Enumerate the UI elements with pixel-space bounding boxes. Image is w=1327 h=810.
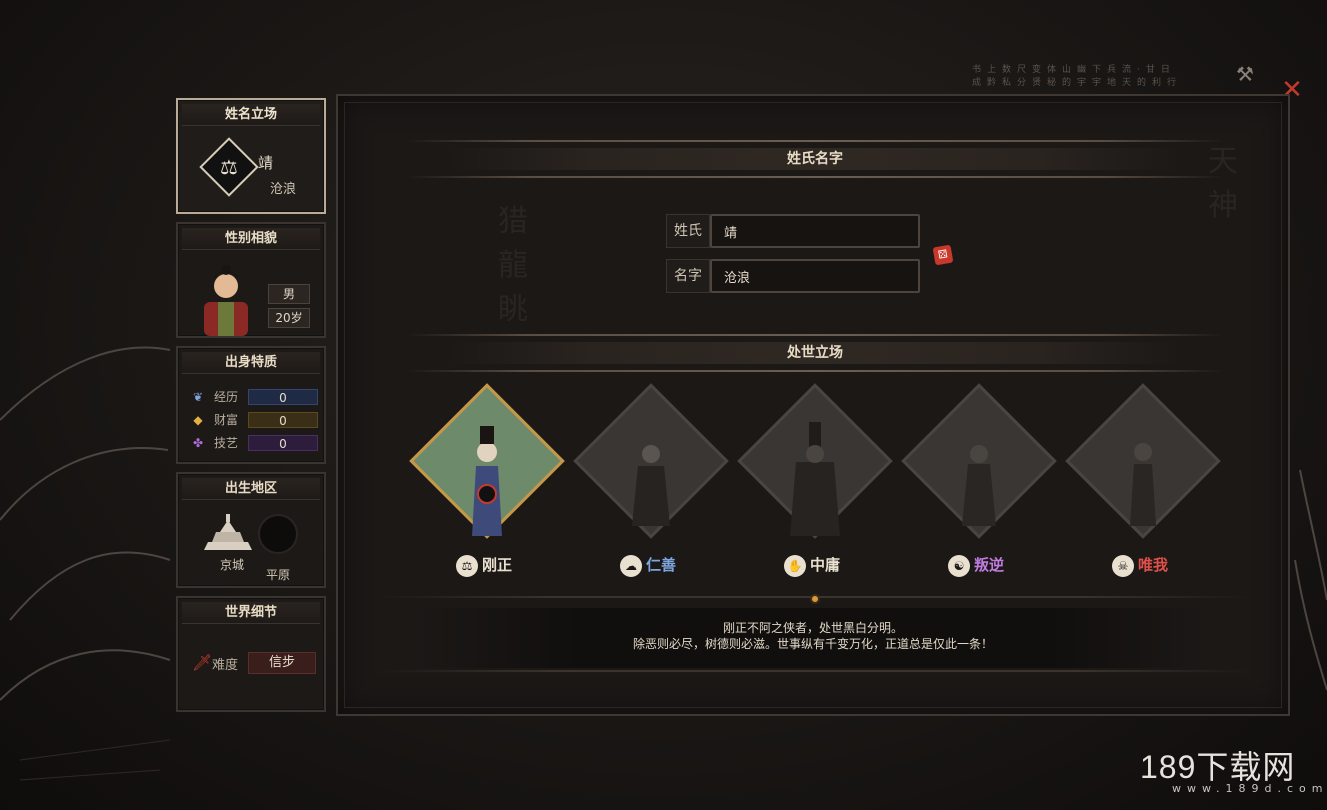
terrain-label: 平原 bbox=[264, 566, 293, 583]
sidebar-item-gender-appearance[interactable]: 性别相貌 男 20岁 bbox=[176, 222, 326, 338]
divider bbox=[378, 670, 1252, 672]
stance-label: ⚖ 刚正 bbox=[414, 554, 554, 577]
stat-value: 0 bbox=[248, 435, 318, 451]
sidebar-item-origin-traits[interactable]: 出身特质 ❦ 经历 0 ◆ 财富 0 ✤ 技艺 0 bbox=[176, 346, 326, 464]
rebellious-figure bbox=[962, 445, 996, 526]
upright-stance-icon: ⚖ bbox=[220, 155, 238, 179]
stance-label: ☁ 仁善 bbox=[578, 554, 718, 577]
section-title: 处世立场 bbox=[787, 345, 843, 361]
hammer-icon: ⚒ bbox=[1236, 62, 1254, 86]
background-calligraphy: 猎龍眺 bbox=[498, 204, 528, 327]
stance-description-line2: 除恶则必尽，树德则必滋。世事纵有千变万化，正道总是仅此一条！ bbox=[632, 637, 993, 651]
petal-icon: ✤ bbox=[192, 436, 204, 450]
page-indicator-dot bbox=[810, 594, 820, 604]
upright-hero-figure bbox=[472, 426, 502, 536]
stance-option-rebellious[interactable]: ☯ 叛逆 bbox=[901, 383, 1057, 578]
moderate-figure bbox=[790, 422, 840, 536]
stance-option-upright[interactable]: ⚖ 刚正 bbox=[409, 383, 565, 578]
difficulty-label: 难度 bbox=[212, 658, 239, 673]
dice-icon: ⚄ bbox=[937, 247, 949, 262]
section-title: 姓氏名字 bbox=[787, 151, 843, 167]
given-name: 靖 bbox=[258, 154, 274, 172]
upright-icon: ⚖ bbox=[455, 554, 478, 577]
section-header-name: 姓氏名字 bbox=[406, 140, 1224, 178]
poem-text-decoration: 书上数尺变体山幽下兵流·甘日 成黔私分贤秘的宇宇地天的利行 bbox=[972, 65, 1183, 88]
stance-label: ☠ 唯我 bbox=[1070, 554, 1210, 577]
feather-icon: ❦ bbox=[192, 390, 204, 404]
egoist-icon: ☠ bbox=[1111, 554, 1134, 577]
given-name-label: 名字 bbox=[666, 259, 710, 293]
moderate-icon: ✋ bbox=[783, 554, 806, 577]
avatar bbox=[204, 265, 248, 336]
stat-label: 技艺 bbox=[214, 436, 239, 450]
capital-city-icon bbox=[204, 514, 252, 550]
gold-icon: ◆ bbox=[193, 413, 203, 427]
stat-value: 0 bbox=[248, 412, 318, 428]
card-title: 出身特质 bbox=[182, 352, 320, 374]
stat-experience: ❦ 经历 0 bbox=[186, 388, 318, 406]
stance-label: ☯ 叛逆 bbox=[906, 554, 1046, 577]
rebellious-icon: ☯ bbox=[947, 554, 970, 577]
stat-craft: ✤ 技艺 0 bbox=[186, 434, 318, 452]
city-label: 京城 bbox=[220, 558, 245, 572]
difficulty-value: 信步 bbox=[248, 652, 316, 674]
stance-option-benevolent[interactable]: ☁ 仁善 bbox=[573, 383, 729, 578]
watermark-url: www.189d.com bbox=[1172, 782, 1327, 795]
age-value: 20岁 bbox=[268, 308, 310, 328]
courtesy-name: 沧浪 bbox=[270, 182, 297, 197]
stance-description-line1: 刚正不阿之侠者，处世黑白分明。 bbox=[722, 621, 903, 635]
plain-terrain-icon bbox=[258, 514, 298, 554]
sword-icon: 🗡 bbox=[192, 653, 213, 672]
surname-input[interactable] bbox=[710, 214, 920, 248]
sidebar-item-world-details[interactable]: 世界细节 🗡 难度 信步 bbox=[176, 596, 326, 712]
given-name-input[interactable] bbox=[710, 259, 920, 293]
stat-value: 0 bbox=[248, 389, 318, 405]
section-header-stance: 处世立场 bbox=[406, 334, 1224, 372]
surname-label: 姓氏 bbox=[666, 214, 710, 248]
main-panel: 猎龍眺 天神 姓氏名字 姓氏 ⚄ 名字 处世立场 ⚖刚正 ☁仁善 bbox=[336, 94, 1290, 716]
sidebar-item-name-stance[interactable]: 姓名立场 ⚖ 靖 沧浪 bbox=[176, 98, 326, 214]
random-dice-button[interactable]: ⚄ bbox=[932, 244, 954, 266]
card-title: 性别相貌 bbox=[182, 228, 320, 250]
stat-wealth: ◆ 财富 0 bbox=[186, 411, 318, 429]
stance-label: ✋ 中庸 bbox=[742, 554, 882, 577]
card-title: 出生地区 bbox=[182, 478, 320, 500]
egoist-figure bbox=[1130, 443, 1156, 526]
sidebar-item-birth-region[interactable]: 出生地区 京城 平原 bbox=[176, 472, 326, 588]
stat-label: 经历 bbox=[214, 390, 239, 404]
stat-label: 财富 bbox=[214, 413, 239, 427]
stance-option-moderate[interactable]: ✋ 中庸 bbox=[737, 383, 893, 578]
stance-option-egoist[interactable]: ☠ 唯我 bbox=[1065, 383, 1221, 578]
benevolent-figure bbox=[632, 445, 670, 526]
benevolent-icon: ☁ bbox=[619, 554, 642, 577]
gender-value: 男 bbox=[268, 284, 310, 304]
card-title: 世界细节 bbox=[182, 602, 320, 624]
card-title: 姓名立场 bbox=[182, 104, 320, 126]
